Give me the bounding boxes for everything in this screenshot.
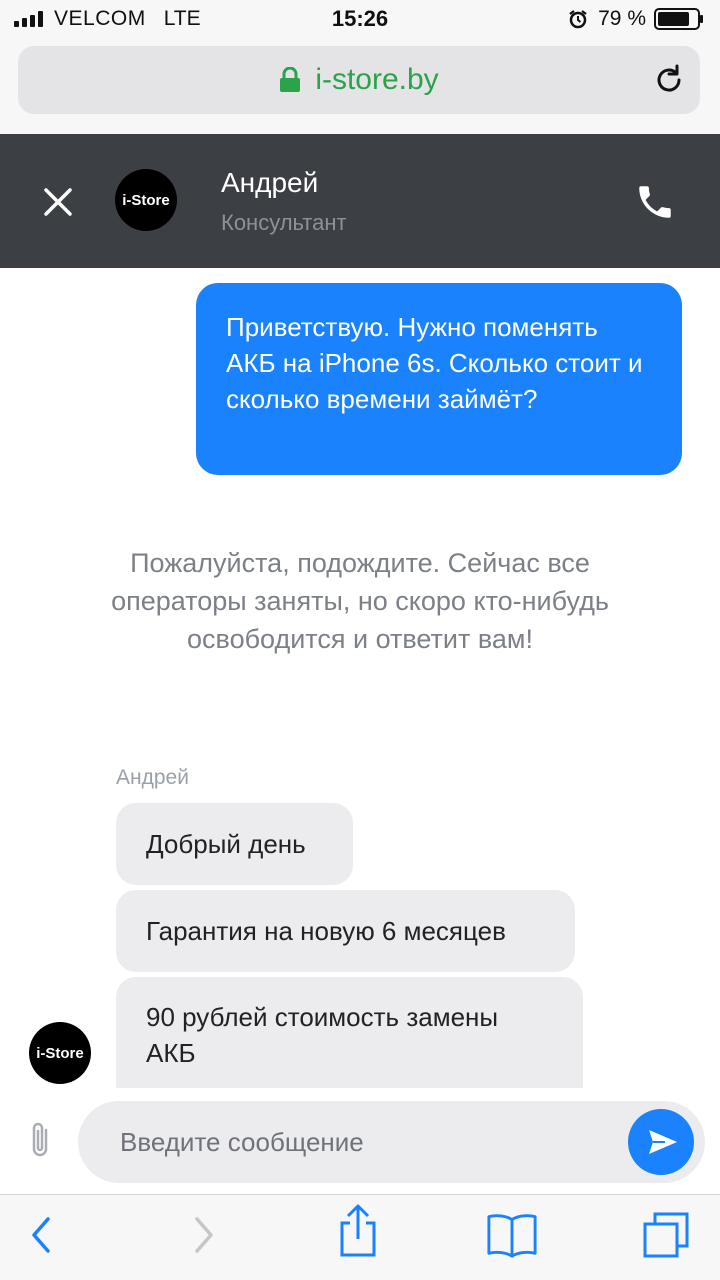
bookmarks-icon (487, 1214, 537, 1258)
share-button[interactable] (332, 1204, 384, 1257)
alarm-icon (569, 10, 587, 29)
system-message: Пожалуйста, подождите. Сейчас все операт… (111, 548, 609, 654)
message-composer (0, 1088, 720, 1194)
reload-icon[interactable] (652, 63, 686, 97)
address-bar[interactable]: i-store.by (18, 46, 700, 114)
lock-icon (280, 67, 301, 92)
browser-toolbar (0, 1194, 720, 1280)
close-icon[interactable] (40, 184, 76, 220)
status-right: 79 % (568, 7, 704, 31)
message-sender-name: Андрей (116, 766, 189, 789)
status-bar: VELCOM LTE 15:26 79 % (0, 0, 720, 40)
forward-icon (195, 1217, 213, 1253)
forward-button[interactable] (178, 1209, 230, 1261)
message-input[interactable] (78, 1101, 705, 1183)
send-icon (649, 1130, 677, 1154)
phone-icon[interactable] (634, 181, 676, 223)
tabs-icon (643, 1212, 689, 1258)
browser-address-area: i-store.by (0, 40, 720, 134)
battery-icon (654, 8, 703, 30)
outgoing-message: Приветствую. Нужно поменять АКБ на iPhon… (196, 283, 682, 475)
battery-percent: 79 % (598, 7, 646, 30)
bookmarks-button[interactable] (486, 1209, 538, 1261)
store-logo: i-Store (115, 169, 177, 231)
incoming-message: Добрый день (116, 803, 353, 885)
agent-name: Андрей (221, 167, 319, 198)
share-icon (340, 1204, 376, 1257)
send-button[interactable] (628, 1109, 694, 1175)
attach-icon[interactable] (26, 1120, 54, 1160)
tabs-button[interactable] (640, 1209, 692, 1261)
incoming-message: Гарантия на новую 6 месяцев (116, 890, 575, 972)
chat-header: i-Store Андрей Консультант (0, 134, 720, 268)
url-domain: i-store.by (315, 63, 439, 96)
back-icon (32, 1217, 50, 1253)
incoming-message: 90 рублей стоимость замены АКБ (116, 977, 583, 1089)
agent-avatar: i-Store (29, 1022, 91, 1084)
agent-role: Консультант (221, 210, 347, 235)
back-button[interactable] (15, 1209, 67, 1261)
